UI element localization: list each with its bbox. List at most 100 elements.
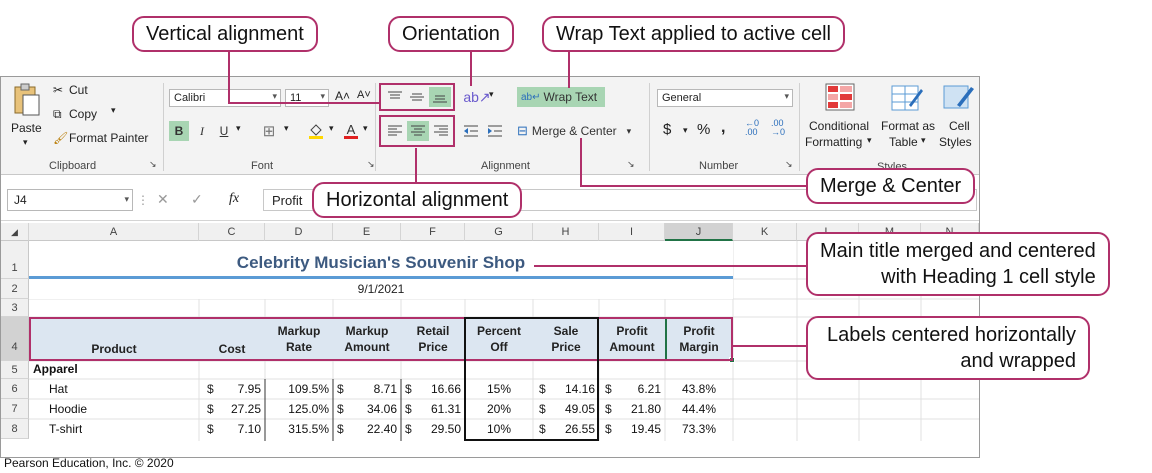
row-header-3[interactable]: 3	[1, 299, 29, 317]
column-header-a[interactable]: A	[29, 223, 199, 241]
column-header-f[interactable]: F	[401, 223, 465, 241]
increase-indent-icon[interactable]	[485, 121, 505, 141]
orientation-icon[interactable]: ab↗	[463, 87, 490, 107]
dialog-launcher-icon[interactable]: ↘	[149, 159, 157, 170]
connector-line	[580, 138, 582, 186]
column-header-c[interactable]: C	[199, 223, 265, 241]
chevron-down-icon: ▾	[867, 135, 872, 145]
callout-line: and wrapped	[960, 350, 1076, 372]
comma-style-button[interactable]: ,	[721, 119, 725, 137]
column-header-g[interactable]: G	[465, 223, 533, 241]
cell-styles-button[interactable]: Cell Styles	[939, 81, 979, 155]
column-header-j[interactable]: J	[665, 223, 733, 241]
accounting-format-button[interactable]: $	[663, 121, 671, 138]
item-name[interactable]: T-shirt	[49, 422, 82, 436]
item-profit[interactable]: 21.80	[611, 402, 661, 416]
connector-line	[733, 345, 806, 347]
dialog-launcher-icon[interactable]: ↘	[627, 159, 635, 170]
row-header-1[interactable]: 1	[1, 241, 29, 279]
insert-function-icon[interactable]: fx	[229, 191, 239, 207]
conditional-label: Conditional	[809, 119, 870, 133]
alignment-group-label: Alignment	[481, 160, 530, 172]
enter-icon[interactable]: ✓	[191, 191, 203, 208]
callout-labels: Labels centered horizontally and wrapped	[806, 316, 1090, 380]
conditional-formatting-button[interactable]: Conditional Formatting ▾	[805, 81, 875, 155]
copy-icon: ⧉	[53, 107, 62, 121]
styles-label: Styles	[939, 135, 972, 149]
column-header-k[interactable]: K	[733, 223, 797, 241]
select-all-corner[interactable]: ◢	[1, 223, 29, 241]
cell-borders	[264, 379, 402, 441]
font-size-select[interactable]: 11 ▾	[285, 89, 329, 107]
row-header-2[interactable]: 2	[1, 279, 29, 299]
grow-font-button[interactable]: A˄	[335, 89, 350, 103]
decrease-indent-icon[interactable]	[461, 121, 481, 141]
font-name-select[interactable]: Calibri ▾	[169, 89, 281, 107]
row-header-5[interactable]: 5	[1, 361, 29, 379]
format-as-label: Format as	[881, 119, 936, 133]
date-merged-cell[interactable]: 9/1/2021	[29, 279, 733, 299]
fill-color-icon[interactable]	[305, 121, 327, 141]
increase-decimal-button[interactable]: ←0.00	[745, 119, 759, 137]
item-name[interactable]: Hat	[49, 382, 68, 396]
item-margin[interactable]: 43.8%	[665, 382, 733, 396]
format-painter-label: Format Painter	[69, 131, 149, 145]
paste-button[interactable]: Paste ▾	[7, 83, 47, 153]
chevron-down-icon[interactable]: ▾	[329, 123, 334, 134]
connector-line	[470, 50, 472, 86]
divider	[799, 83, 800, 171]
bold-button[interactable]: B	[169, 121, 189, 141]
connector-line	[228, 50, 230, 103]
column-header-h[interactable]: H	[533, 223, 599, 241]
dialog-launcher-icon[interactable]: ↘	[785, 159, 793, 170]
italic-button[interactable]: I	[193, 121, 211, 141]
chevron-down-icon: ▾	[921, 135, 926, 145]
item-profit[interactable]: 6.21	[611, 382, 661, 396]
cancel-icon[interactable]: ✕	[157, 191, 169, 208]
row-header-4[interactable]: 4	[1, 317, 29, 361]
font-color-icon[interactable]: A	[341, 121, 361, 141]
connector-line	[568, 50, 570, 88]
category-label[interactable]: Apparel	[33, 362, 78, 376]
paste-icon	[14, 83, 40, 116]
chevron-down-icon[interactable]: ▾	[363, 123, 368, 134]
connector-line	[415, 148, 417, 182]
decrease-decimal-button[interactable]: .00 →0	[771, 119, 785, 137]
format-as-table-icon	[891, 85, 923, 111]
column-header-i[interactable]: I	[599, 223, 665, 241]
name-box[interactable]: J4 ▾	[7, 189, 133, 211]
callout-main-title: Main title merged and centered with Head…	[806, 232, 1110, 296]
callout-line: with Heading 1 cell style	[881, 266, 1096, 288]
item-profit[interactable]: 19.45	[611, 422, 661, 436]
wrap-text-label: Wrap Text	[543, 90, 598, 104]
item-name[interactable]: Hoodie	[49, 402, 87, 416]
underline-button[interactable]: U	[215, 121, 233, 141]
item-margin[interactable]: 73.3%	[665, 422, 733, 436]
borders-icon[interactable]: ⊞	[257, 121, 281, 141]
chevron-down-icon[interactable]: ▾	[284, 123, 289, 134]
divider	[649, 83, 650, 171]
chevron-down-icon[interactable]: ▾	[236, 123, 241, 134]
format-as-table-button[interactable]: Format as Table ▾	[879, 81, 937, 155]
percent-style-button[interactable]: %	[697, 121, 710, 138]
number-group-label: Number	[699, 160, 739, 172]
column-header-e[interactable]: E	[333, 223, 401, 241]
wrap-text-icon: ab↵	[521, 91, 541, 103]
wrap-text-button[interactable]: ab↵ Wrap Text	[517, 87, 605, 107]
paste-label: Paste	[11, 121, 42, 135]
scissors-icon: ✂	[53, 83, 64, 97]
number-format-value: General	[662, 92, 702, 104]
item-margin[interactable]: 44.4%	[665, 402, 733, 416]
horizontal-alignment-highlight	[379, 115, 455, 147]
column-header-d[interactable]: D	[265, 223, 333, 241]
dialog-launcher-icon[interactable]: ↘	[367, 159, 375, 170]
chevron-down-icon[interactable]: ▾	[683, 125, 688, 136]
chevron-down-icon: ▾	[320, 91, 325, 101]
number-format-select[interactable]: General ▾	[657, 89, 793, 107]
chevron-down-icon[interactable]: ▾	[489, 89, 494, 100]
connector-line	[580, 185, 806, 187]
shrink-font-button[interactable]: A˅	[357, 89, 371, 101]
vertical-alignment-highlight	[379, 83, 455, 111]
font-group-label: Font	[251, 160, 274, 172]
title-merged-cell[interactable]: Celebrity Musician's Souvenir Shop	[29, 241, 733, 279]
